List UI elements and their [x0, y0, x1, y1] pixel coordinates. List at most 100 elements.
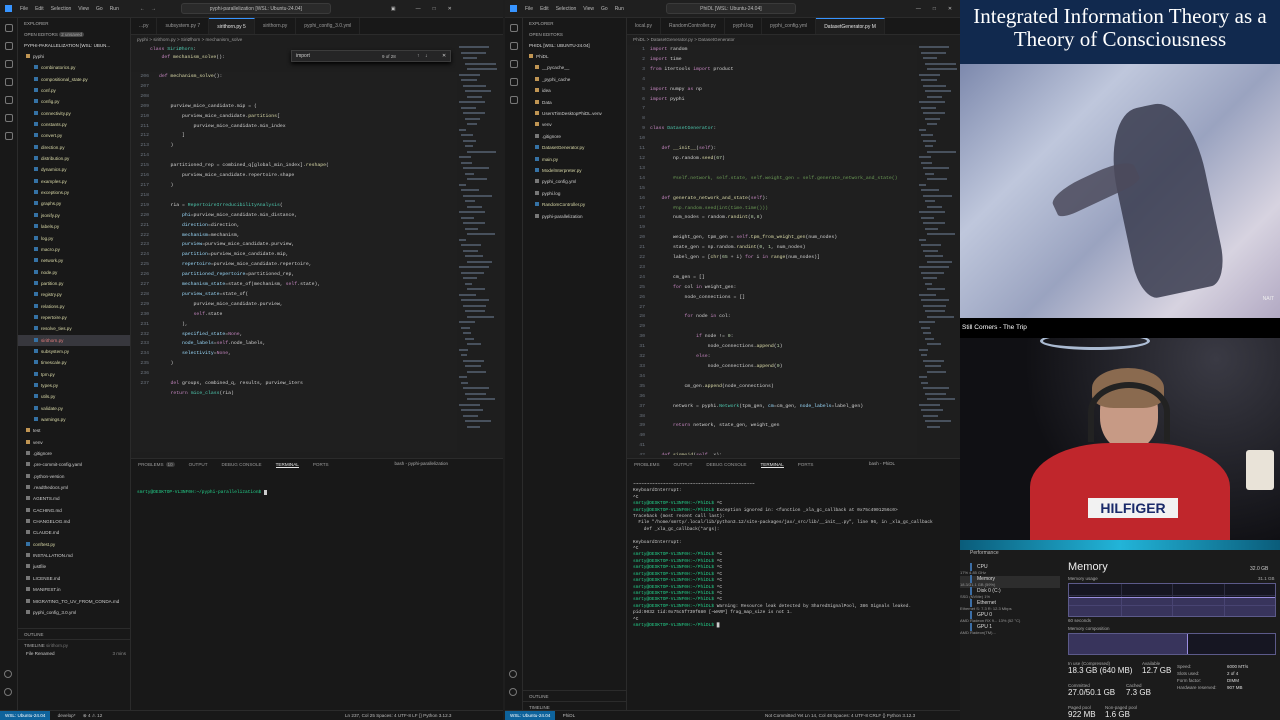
- file-tree-item[interactable]: repertoire.py: [18, 312, 130, 323]
- file-tree-item[interactable]: .pre-commit-config.yaml: [18, 459, 130, 470]
- file-tree-item[interactable]: subsystem.py: [18, 346, 130, 357]
- file-tree-item[interactable]: pyphi.log: [523, 188, 626, 199]
- maximize-icon[interactable]: □: [433, 6, 436, 12]
- panel-tab[interactable]: OUTPUT: [189, 462, 208, 467]
- file-tree-item[interactable]: test: [18, 425, 130, 436]
- file-tree-item[interactable]: justfile: [18, 561, 130, 572]
- menu-item[interactable]: Selection: [556, 6, 577, 12]
- file-tree-item[interactable]: MANIFEST.in: [18, 584, 130, 595]
- remote-indicator[interactable]: WSL: Ubuntu-24.04: [0, 711, 51, 720]
- remote-indicator[interactable]: WSL: Ubuntu-24.04: [505, 711, 556, 720]
- file-tree-item[interactable]: types.py: [18, 380, 130, 391]
- file-tree-item[interactable]: Data: [523, 97, 626, 108]
- minimize-icon[interactable]: —: [916, 6, 921, 12]
- timeline-section[interactable]: TIMELINE: [523, 701, 626, 710]
- workspace-section[interactable]: PYPHI-PARALLELIZATION [WSL: UBUN...: [18, 40, 130, 51]
- file-tree-item[interactable]: CLAUDE.md: [18, 527, 130, 538]
- file-tree-item[interactable]: DatasetGenerator.py: [523, 142, 626, 153]
- file-tree-item[interactable]: main.py: [523, 154, 626, 165]
- file-tree-item[interactable]: CHANGELOG.md: [18, 516, 130, 527]
- panel-tab[interactable]: DEBUG CONSOLE: [222, 462, 262, 467]
- nav-forward-icon[interactable]: →: [151, 6, 156, 12]
- file-tree-item[interactable]: LICENSE.md: [18, 573, 130, 584]
- search-icon[interactable]: [509, 42, 518, 50]
- file-tree-item[interactable]: CACHING.md: [18, 505, 130, 516]
- run-debug-icon[interactable]: [4, 78, 13, 86]
- file-tree-item[interactable]: AGENTS.md: [18, 493, 130, 504]
- panel-tab[interactable]: TERMINAL: [275, 462, 299, 468]
- file-tree-item[interactable]: macro.py: [18, 244, 130, 255]
- outline-section[interactable]: OUTLINE: [523, 690, 626, 701]
- file-tree-item[interactable]: _pyphi_cache: [523, 74, 626, 85]
- extensions-icon[interactable]: [4, 96, 13, 104]
- menu-item[interactable]: Edit: [540, 6, 549, 12]
- editor-status[interactable]: Ln 237, Col 25 Spaces: 4 UTF-8 LF {} Pyt…: [345, 711, 452, 720]
- perf-item[interactable]: GPU 0 AMD Radeon RX 9... 13% (52 °C): [960, 611, 1060, 624]
- file-tree-item[interactable]: sirithorn.py: [18, 334, 130, 346]
- file-tree-item[interactable]: pyphi-parallelization: [523, 211, 626, 222]
- menu-item[interactable]: View: [583, 6, 594, 12]
- account-icon[interactable]: [509, 670, 517, 678]
- file-tree-item[interactable]: utils.py: [18, 391, 130, 402]
- file-tree-item[interactable]: relations.py: [18, 301, 130, 312]
- editor-status[interactable]: Not Committed Yet Ln 14, Col 48 Spaces: …: [765, 711, 915, 720]
- terminal-output[interactable]: ~~~~~~~~~~~~~~~~~~~~~~~~~~~~~~~~~~~~~~~~…: [627, 482, 960, 629]
- branch-indicator[interactable]: develop*: [58, 713, 76, 718]
- file-tree-item[interactable]: INSTALLATION.md: [18, 550, 130, 561]
- file-tree-item[interactable]: venv: [523, 119, 626, 130]
- remote-explorer-icon[interactable]: [4, 114, 13, 122]
- open-editors-section[interactable]: OPEN EDITORS: [523, 29, 626, 40]
- editor-tab[interactable]: pyphi_config_3.0.yml: [296, 18, 361, 34]
- minimap[interactable]: [917, 46, 957, 446]
- account-icon[interactable]: [4, 670, 12, 678]
- perf-item[interactable]: Disk 0 (C:) SSD (NVMe) 1%: [960, 587, 1060, 600]
- editor-tab[interactable]: sirithorn.py 5: [209, 18, 255, 34]
- file-tree-item[interactable]: ModelInterpreter.py: [523, 165, 626, 176]
- file-tree-item[interactable]: dynamics.py: [18, 164, 130, 175]
- panel-tab[interactable]: PROBLEMS: [634, 462, 660, 467]
- code-editor[interactable]: 206 207 208 209 210 211 212 213 214 215 216 217 218 2…: [131, 72, 457, 452]
- layout-icon[interactable]: ▣: [391, 6, 396, 12]
- menu-item[interactable]: Run: [110, 6, 119, 12]
- menu-item[interactable]: View: [78, 6, 89, 12]
- file-tree-item[interactable]: pyphi_config.yml: [523, 176, 626, 187]
- editor-tab[interactable]: subsystem.py 7: [157, 18, 210, 34]
- problems-indicator[interactable]: ⊗ 4 ⚠ 12: [83, 713, 102, 718]
- search-icon[interactable]: [4, 42, 13, 50]
- editor-tab[interactable]: DatasetGenerator.py M: [816, 18, 885, 34]
- file-tree-item[interactable]: partition.py: [18, 278, 130, 289]
- file-tree-item[interactable]: pyphi: [18, 51, 130, 62]
- file-tree-item[interactable]: examples.py: [18, 176, 130, 187]
- file-tree-item[interactable]: graphs.py: [18, 198, 130, 209]
- close-icon[interactable]: ✕: [448, 6, 452, 12]
- file-tree-item[interactable]: validate.py: [18, 403, 130, 414]
- file-tree-item[interactable]: network.py: [18, 255, 130, 266]
- code-content[interactable]: import random import time from itertools…: [650, 45, 898, 455]
- workspace-section[interactable]: PHIDL [WSL: UBUNTU-24.04]: [523, 40, 626, 51]
- file-tree-item[interactable]: tpm.py: [18, 369, 130, 380]
- file-tree-item[interactable]: jsonify.py: [18, 210, 130, 221]
- outline-section[interactable]: OUTLINE: [18, 628, 130, 639]
- file-tree-item[interactable]: connectivity.py: [18, 108, 130, 119]
- menu-item[interactable]: Run: [615, 6, 624, 12]
- file-tree-item[interactable]: node.py: [18, 267, 130, 278]
- menu-item[interactable]: Edit: [35, 6, 44, 12]
- file-tree-item[interactable]: timescale.py: [18, 357, 130, 368]
- find-close-icon[interactable]: ✕: [442, 51, 446, 62]
- panel-tab[interactable]: PORTS: [313, 462, 329, 467]
- explorer-icon[interactable]: [4, 24, 13, 32]
- manage-gear-icon[interactable]: [509, 688, 517, 696]
- terminal-output[interactable]: smrty@DESKTOP-VL3NF0H:~/pyphi-paralleliz…: [131, 490, 503, 496]
- terminal-name[interactable]: bash - pyphi-parallelization: [394, 461, 448, 466]
- explorer-icon[interactable]: [509, 24, 518, 32]
- file-tree-item[interactable]: pyphi_config_3.0.yml: [18, 607, 130, 618]
- file-tree-item[interactable]: conf.py: [18, 85, 130, 96]
- editor-tab[interactable]: pyphi_config.yml: [762, 18, 817, 34]
- panel-tab[interactable]: PROBLEMS: [138, 462, 164, 467]
- find-input[interactable]: import: [296, 53, 310, 59]
- file-tree-item[interactable]: resolve_ties.py: [18, 323, 130, 334]
- panel-tab[interactable]: OUTPUT: [674, 462, 693, 467]
- command-center[interactable]: PhiDL [WSL: Ubuntu-24.04]: [665, 3, 796, 14]
- close-icon[interactable]: ✕: [948, 6, 952, 12]
- menu-item[interactable]: Go: [601, 6, 608, 12]
